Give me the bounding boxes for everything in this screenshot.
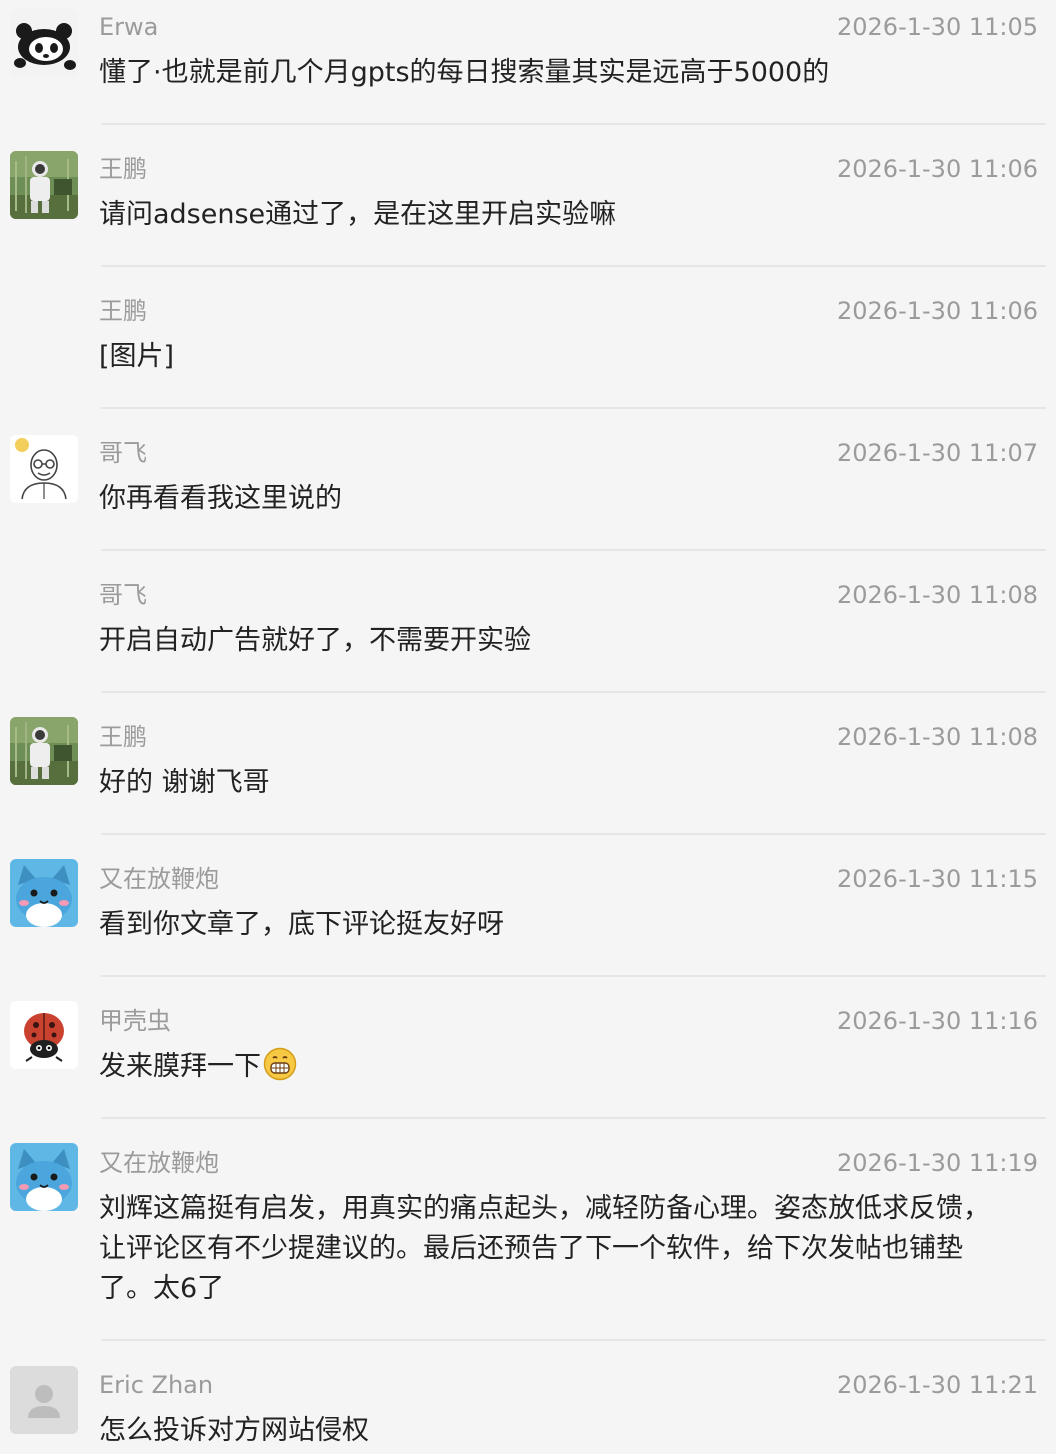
message-divider <box>101 833 1046 835</box>
glasses-man-sketch-avatar[interactable] <box>10 435 78 503</box>
sender-name[interactable]: 哥飞 <box>99 580 147 610</box>
message-timestamp: 2026-1-30 11:08 <box>837 723 1038 751</box>
message-timestamp: 2026-1-30 11:16 <box>837 1007 1038 1035</box>
message-text: 懂了·也就是前几个月gpts的每日搜索量其实是远高于5000的 <box>99 57 830 88</box>
blue-cat-avatar[interactable] <box>10 859 78 927</box>
astronaut-photo-avatar[interactable] <box>10 717 78 785</box>
message-text: 刘辉这篇挺有启发，用真实的痛点起头，减轻防备心理。姿态放低求反馈，让评论区有不少… <box>99 1193 990 1304</box>
message-divider <box>101 123 1046 125</box>
message-divider <box>101 975 1046 977</box>
message-text-container: 发来膜拜一下 <box>99 1047 1016 1093</box>
message-divider <box>101 407 1046 409</box>
sender-name[interactable]: 哥飞 <box>99 438 147 468</box>
sender-name[interactable]: Eric Zhan <box>99 1370 213 1400</box>
message-timestamp: 2026-1-30 11:19 <box>837 1149 1038 1177</box>
message-divider <box>101 691 1046 693</box>
chat-message-list: Erwa 2026-1-30 11:05 懂了·也就是前几个月gpts的每日搜索… <box>0 0 1056 1454</box>
panda-avatar-icon[interactable] <box>10 9 78 77</box>
message-timestamp: 2026-1-30 11:06 <box>837 155 1038 183</box>
message-timestamp: 2026-1-30 11:08 <box>837 581 1038 609</box>
message-image-placeholder[interactable]: [图片] <box>99 337 1016 377</box>
message-text: 怎么投诉对方网站侵权 <box>99 1415 369 1446</box>
message-timestamp: 2026-1-30 11:15 <box>837 865 1038 893</box>
sender-name[interactable]: Erwa <box>99 12 158 42</box>
message-text: 请问adsense通过了，是在这里开启实验嘛 <box>99 199 617 230</box>
message-timestamp: 2026-1-30 11:05 <box>837 13 1038 41</box>
message-text: 发来膜拜一下 <box>99 1051 261 1082</box>
blue-cat-avatar[interactable] <box>10 1143 78 1211</box>
sender-name[interactable]: 王鹏 <box>99 296 147 326</box>
ladybug-avatar[interactable] <box>10 1001 78 1069</box>
message-divider <box>101 1117 1046 1119</box>
default-user-avatar[interactable] <box>10 1366 78 1434</box>
sender-name[interactable]: 王鹏 <box>99 722 147 752</box>
message-timestamp: 2026-1-30 11:06 <box>837 297 1038 325</box>
message-divider <box>101 1339 1046 1341</box>
message-divider <box>101 265 1046 267</box>
message-text: 你再看看我这里说的 <box>99 483 342 514</box>
astronaut-photo-avatar[interactable] <box>10 151 78 219</box>
message-timestamp: 2026-1-30 11:21 <box>837 1371 1038 1399</box>
grinning-face-emoji <box>263 1047 297 1093</box>
sender-name[interactable]: 王鹏 <box>99 154 147 184</box>
message-text: 好的 谢谢飞哥 <box>99 767 270 798</box>
message-text: 开启自动广告就好了，不需要开实验 <box>99 625 531 656</box>
message-timestamp: 2026-1-30 11:07 <box>837 439 1038 467</box>
sender-name[interactable]: 又在放鞭炮 <box>99 864 219 894</box>
sender-name[interactable]: 又在放鞭炮 <box>99 1148 219 1178</box>
message-text: 看到你文章了，底下评论挺友好呀 <box>99 909 504 940</box>
sender-name[interactable]: 甲壳虫 <box>99 1006 171 1036</box>
message-divider <box>101 549 1046 551</box>
